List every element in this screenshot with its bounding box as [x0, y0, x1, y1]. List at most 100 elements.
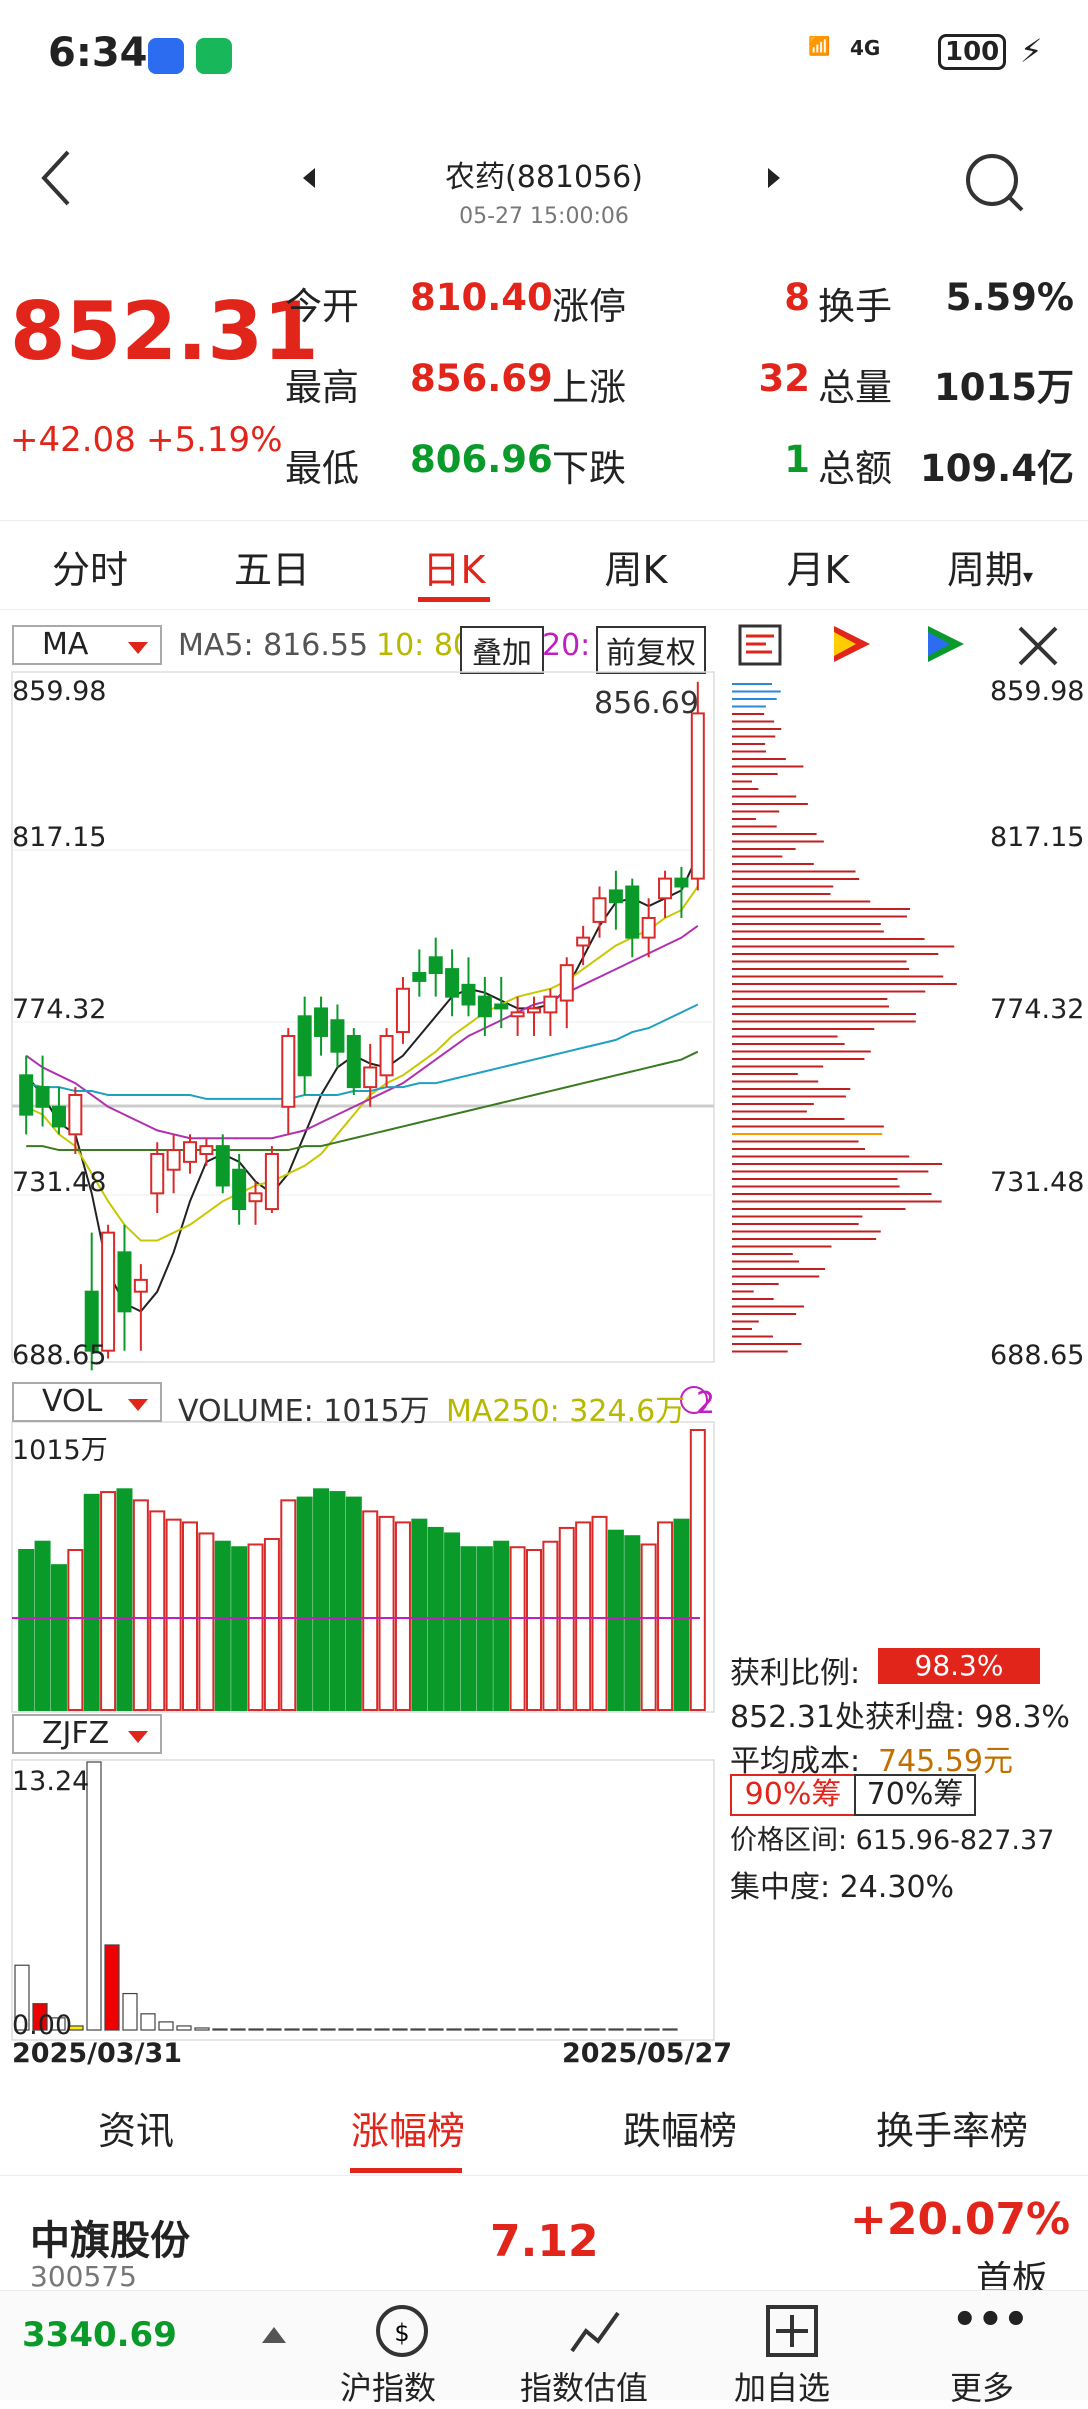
stock-name: 中旗股份	[30, 2218, 190, 2264]
close-icon[interactable]	[1016, 624, 1060, 668]
stock-code: 300575	[30, 2260, 137, 2293]
candle-body	[133, 1278, 148, 1293]
ma10-label: 10: 80	[376, 628, 472, 663]
zjfz-bar	[428, 2028, 444, 2031]
volume-bar	[149, 1510, 166, 1712]
zjfz-bar	[626, 2028, 642, 2031]
zjfz-bar	[86, 1761, 102, 2031]
chip-70-button[interactable]: 70%筹	[854, 1774, 976, 1816]
ma-selector[interactable]: MA	[12, 625, 162, 665]
tab-monthly-k[interactable]: 月K	[728, 539, 908, 594]
zjfz-bar	[104, 1944, 120, 2031]
status-time: 6:34	[48, 30, 148, 76]
total-volume-label: 总量	[818, 366, 892, 409]
expand-up-icon[interactable]	[262, 2327, 286, 2345]
tab-period[interactable]: 周期▾	[900, 539, 1080, 594]
wifi-icon: 📶	[808, 36, 831, 57]
candle-body	[232, 1168, 247, 1211]
falling-label: 下跌	[552, 447, 626, 490]
high-marker-label: 856.69	[594, 686, 699, 721]
volume-bar	[50, 1564, 67, 1712]
action-label[interactable]: 沪指数	[340, 2363, 436, 2409]
index-value[interactable]: 3340.69	[22, 2315, 177, 2355]
candle-body	[658, 877, 673, 900]
volume-bar	[657, 1521, 674, 1712]
candle-body	[150, 1152, 165, 1195]
zjfz-bar	[446, 2028, 462, 2031]
zjfz-bar	[464, 2028, 480, 2031]
green-flag-icon[interactable]	[920, 622, 970, 668]
adjust-button[interactable]: 前复权	[596, 626, 706, 674]
volume-bar	[18, 1549, 35, 1711]
candle-body	[412, 972, 427, 982]
network-type: 4G	[850, 36, 881, 60]
tab-losers[interactable]: 跌幅榜	[570, 2100, 790, 2155]
ma120-line	[26, 1050, 699, 1152]
wechat-notification-icon	[196, 38, 232, 74]
candle-body	[68, 1093, 83, 1136]
volume-bar	[313, 1488, 330, 1712]
volume-bar	[575, 1521, 592, 1712]
candle-body	[576, 936, 591, 947]
zjfz-bar	[590, 2028, 606, 2031]
tab-five-day[interactable]: 五日	[182, 539, 362, 594]
chip-axis-label: 817.15	[990, 822, 1085, 853]
profit-line: 852.31处获利盘: 98.3%	[730, 1700, 1070, 1735]
table-row[interactable]: 中旗股份 300575 7.12 +20.07% 首板	[0, 2180, 1088, 2300]
rising-label: 上涨	[552, 366, 626, 409]
chevron-down-icon	[128, 1399, 148, 1411]
price-change: +42.08	[10, 420, 136, 460]
tab-weekly-k[interactable]: 周K	[546, 539, 726, 594]
volume-bar	[542, 1540, 559, 1711]
zjfz-bar	[302, 2028, 318, 2031]
action-label[interactable]: 加自选	[734, 2363, 830, 2409]
period-tabs: 分时 五日 日K 周K 月K 周期▾	[0, 520, 1088, 610]
price-axis-label: 859.98	[12, 676, 107, 707]
tab-daily-k[interactable]: 日K	[364, 539, 544, 594]
tab-gainers[interactable]: 涨幅榜	[298, 2100, 518, 2155]
zjfz-bar	[194, 2027, 210, 2031]
candle-body	[215, 1145, 230, 1187]
candle-body	[35, 1086, 50, 1108]
zjfz-bar	[338, 2028, 354, 2031]
volume-bar	[280, 1499, 297, 1712]
candle-body	[379, 1034, 394, 1077]
candle-body	[510, 1011, 525, 1018]
volume-bar	[493, 1540, 510, 1711]
back-icon[interactable]	[38, 148, 74, 208]
action-label[interactable]: 更多	[950, 2363, 1014, 2409]
chip-90-button[interactable]: 90%筹	[730, 1774, 856, 1816]
zjfz-bar	[158, 2021, 174, 2031]
vol-selector[interactable]: VOL	[12, 1382, 162, 1422]
ma5-line	[25, 854, 699, 1313]
current-price: 852.31	[10, 285, 319, 378]
volume-bar	[329, 1491, 346, 1711]
zjfz-selector[interactable]: ZJFZ	[12, 1714, 162, 1754]
red-flag-icon[interactable]	[826, 622, 876, 668]
zjfz-bar	[410, 2028, 426, 2031]
candle-body	[674, 877, 689, 888]
volume-bar	[411, 1518, 428, 1711]
prev-stock-icon[interactable]	[303, 168, 317, 188]
search-icon[interactable]	[962, 150, 1026, 214]
chip-distribution-icon[interactable]	[736, 622, 786, 668]
ma60-line	[25, 1003, 699, 1100]
candle-body	[477, 995, 492, 1018]
limit-up-count: 8	[784, 276, 810, 319]
tab-turnover[interactable]: 换手率榜	[842, 2100, 1062, 2155]
date-end: 2025/05/27	[562, 2038, 733, 2069]
tab-news[interactable]: 资讯	[26, 2100, 246, 2155]
ma250-label: MA250: 324.6万	[446, 1394, 686, 1429]
candle-body	[527, 1007, 541, 1014]
candle-body	[314, 1007, 329, 1037]
total-volume-value: 1015万	[934, 366, 1074, 409]
zjfz-axis-bottom: 0.00	[12, 2010, 73, 2041]
volume-bar	[116, 1488, 133, 1712]
action-label[interactable]: 指数估值	[520, 2363, 648, 2409]
next-stock-icon[interactable]	[768, 168, 782, 188]
candle-body	[363, 1066, 378, 1089]
candle-body	[445, 968, 460, 998]
tab-intraday[interactable]: 分时	[0, 539, 180, 594]
date-start: 2025/03/31	[12, 2038, 183, 2069]
overlay-button[interactable]: 叠加	[460, 626, 544, 674]
